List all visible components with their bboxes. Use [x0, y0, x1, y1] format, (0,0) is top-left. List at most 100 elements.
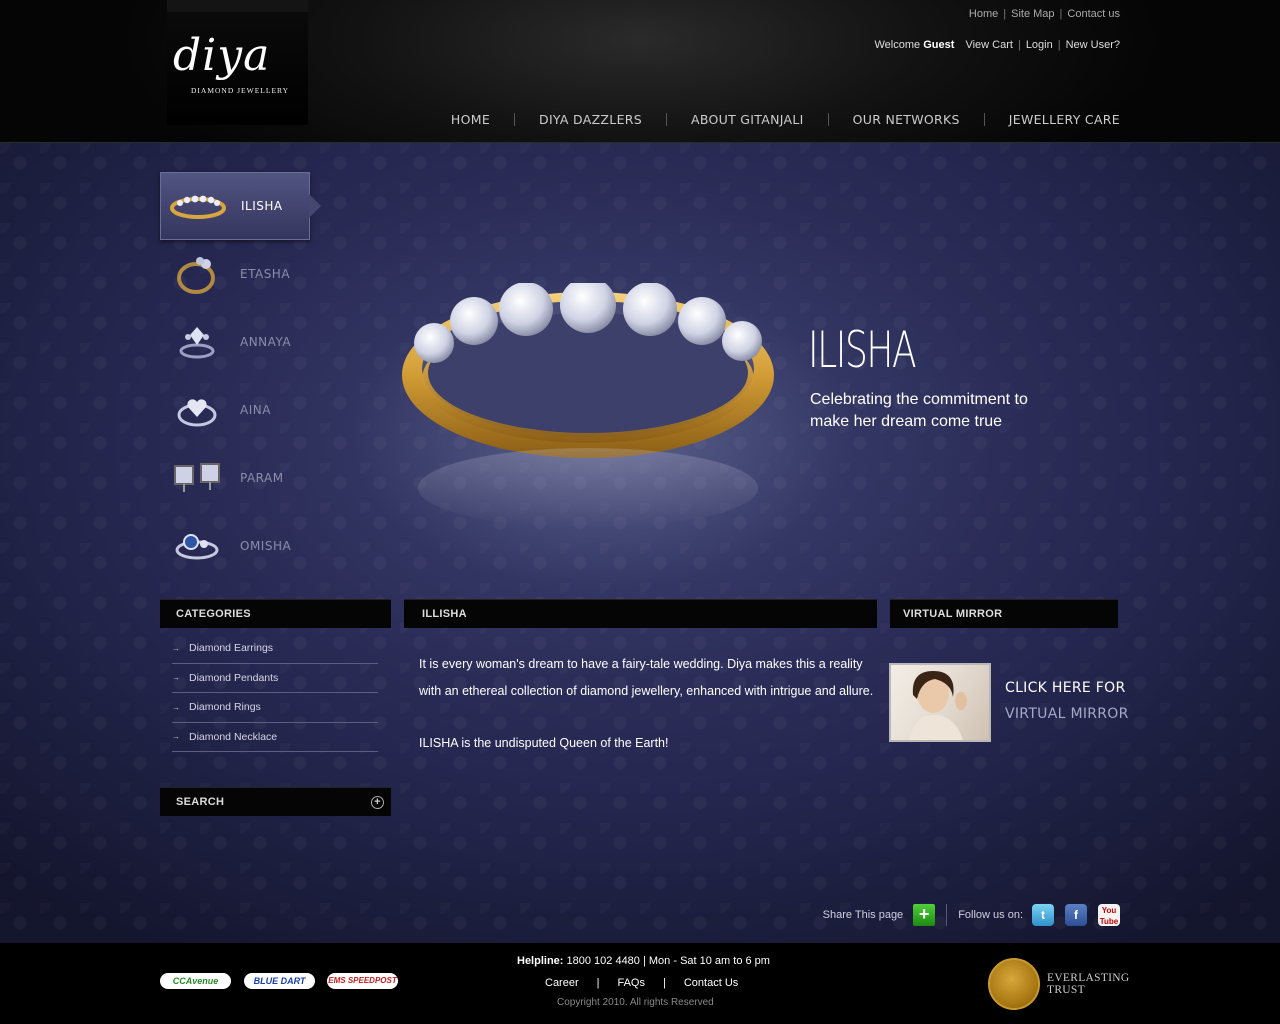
category-item[interactable]: → Diamond Necklace [172, 723, 378, 752]
collection-item-etasha[interactable]: ETASHA [160, 240, 330, 308]
cluster-ring-icon [168, 320, 226, 364]
separator: | [596, 977, 600, 989]
youtube-label-top: You [1101, 906, 1117, 915]
category-label: Diamond Rings [189, 701, 261, 714]
category-item[interactable]: → Diamond Pendants [172, 664, 378, 693]
separator: | [1017, 39, 1021, 51]
search-heading: SEARCH [176, 796, 225, 808]
categories-list: → Diamond Earrings → Diamond Pendants → Dia… [172, 634, 378, 752]
view-cart-link[interactable]: View Cart [965, 39, 1012, 51]
nav-about-gitanjali[interactable]: ABOUT GITANJALI [667, 112, 828, 127]
collection-label: AINA [240, 403, 271, 417]
site-footer: CCAvenue BLUE DART EMS SPEEDPOST Helplin… [0, 943, 1280, 1024]
article-heading: ILLISHA [404, 599, 877, 628]
user-links: Welcome Guest View Cart | Login | New User? [875, 39, 1121, 51]
welcome-user: Guest [923, 39, 955, 51]
content-stage: ILISHA ETASHA ANNAYA AINA PARAM OMISHA I… [0, 143, 1280, 943]
everlasting-trust-text: EVERLASTING TRUST [1047, 972, 1130, 996]
main-nav: HOME DIYA DAZZLERS ABOUT GITANJALI OUR N… [427, 112, 1120, 127]
separator: | [1059, 8, 1063, 20]
hero-title: ILISHA [808, 321, 917, 379]
divider [946, 904, 948, 926]
category-label: Diamond Necklace [189, 730, 278, 743]
collection-label: PARAM [240, 471, 284, 485]
nav-diya-dazzlers[interactable]: DIYA DAZZLERS [515, 112, 666, 127]
categories-heading: CATEGORIES [160, 599, 391, 628]
virtual-mirror-heading: VIRTUAL MIRROR [890, 599, 1118, 628]
footer-link-contact[interactable]: Contact Us [684, 977, 738, 989]
separator: | [1057, 39, 1061, 51]
solitaire-ring-icon [168, 252, 226, 296]
category-label: Diamond Pendants [189, 671, 279, 684]
hero-ring-image [400, 277, 780, 543]
top-link-site-map[interactable]: Site Map [1011, 8, 1054, 20]
collection-item-annaya[interactable]: ANNAYA [160, 308, 330, 376]
footer-link-career[interactable]: Career [545, 977, 579, 989]
virtual-mirror-photo[interactable] [889, 663, 991, 742]
youtube-icon[interactable]: You Tube [1098, 904, 1120, 926]
stud-earrings-icon [168, 456, 226, 500]
heart-ring-icon [168, 388, 226, 432]
ccavenue-badge: CCAvenue [160, 973, 231, 989]
category-item[interactable]: → Diamond Earrings [172, 634, 378, 664]
nav-jewellery-care[interactable]: JEWELLERY CARE [985, 112, 1120, 127]
share-plus-icon[interactable]: + [913, 904, 936, 926]
facebook-icon[interactable]: f [1065, 904, 1087, 926]
helpline-value: 1800 102 4480 | Mon - Sat 10 am to 6 pm [566, 955, 770, 967]
logo-script: diya [173, 30, 271, 81]
collection-thumbnails: ILISHA ETASHA ANNAYA AINA PARAM OMISHA [160, 172, 330, 580]
collection-item-omisha[interactable]: OMISHA [160, 512, 330, 580]
article-paragraph: It is every woman's dream to have a fair… [419, 657, 874, 698]
footer-links: Career | FAQs | Contact Us [545, 977, 738, 989]
logo-tagline: DIAMOND JEWELLERY [191, 86, 290, 95]
arrow-right-icon: → [172, 643, 180, 653]
collection-item-ilisha[interactable]: ILISHA [160, 172, 321, 240]
trust-line2: TRUST [1047, 984, 1085, 996]
category-item[interactable]: → Diamond Rings [172, 693, 378, 723]
share-label: Share This page [822, 909, 904, 921]
arrow-right-icon: → [172, 732, 180, 742]
top-link-home[interactable]: Home [969, 8, 998, 20]
article-paragraph: ILISHA is the undisputed Queen of the Ea… [419, 736, 669, 750]
search-panel[interactable]: SEARCH + [160, 787, 391, 816]
virtual-mirror-link-line1[interactable]: CLICK HERE FOR [1005, 680, 1126, 696]
helpline: Helpline: 1800 102 4480 | Mon - Sat 10 a… [517, 955, 770, 967]
follow-label: Follow us on: [958, 909, 1023, 921]
footer-link-faqs[interactable]: FAQs [617, 977, 645, 989]
utility-links: Home | Site Map | Contact us [969, 8, 1120, 20]
site-header: diya DIAMOND JEWELLERY Home | Site Map | Con… [0, 0, 1280, 143]
arrow-right-icon: → [172, 673, 180, 683]
collection-label: OMISHA [240, 539, 292, 553]
nav-home[interactable]: HOME [427, 112, 514, 127]
category-label: Diamond Earrings [189, 642, 274, 655]
ems-speedpost-badge: EMS SPEEDPOST [327, 973, 398, 989]
trust-line1: EVERLASTING [1047, 972, 1130, 984]
sapphire-ring-icon [168, 524, 226, 568]
welcome-label: Welcome [874, 39, 921, 51]
collection-item-aina[interactable]: AINA [160, 376, 330, 444]
copyright: Copyright 2010. All rights Reserved [557, 997, 714, 1008]
collection-label: ANNAYA [240, 335, 292, 349]
bluedart-badge: BLUE DART [244, 973, 315, 989]
share-bar: Share This page + Follow us on: t f You T… [823, 904, 1120, 926]
collection-item-param[interactable]: PARAM [160, 444, 330, 512]
top-link-contact[interactable]: Contact us [1067, 8, 1120, 20]
separator: | [663, 977, 666, 989]
logo[interactable]: diya DIAMOND JEWELLERY [167, 0, 308, 125]
hero-subtitle: Celebrating the commitment to make her d… [810, 391, 1028, 430]
twitter-icon[interactable]: t [1032, 904, 1054, 926]
new-user-link[interactable]: New User? [1066, 39, 1120, 51]
article-body: It is every woman's dream to have a fair… [419, 651, 875, 757]
login-link[interactable]: Login [1026, 39, 1053, 51]
gitanjali-assurance-seal-icon [988, 958, 1040, 1010]
collection-label: ETASHA [240, 267, 291, 281]
arrow-right-icon: → [172, 702, 180, 712]
helpline-label: Helpline: [517, 955, 564, 967]
collection-label: ILISHA [241, 199, 283, 213]
youtube-label-bottom: Tube [1099, 917, 1119, 926]
virtual-mirror-link-line2[interactable]: VIRTUAL MIRROR [1005, 706, 1129, 722]
gold-band-ring-icon [169, 184, 227, 228]
nav-our-networks[interactable]: OUR NETWORKS [829, 112, 984, 127]
separator: | [1003, 8, 1007, 20]
expand-plus-icon[interactable]: + [371, 796, 384, 809]
